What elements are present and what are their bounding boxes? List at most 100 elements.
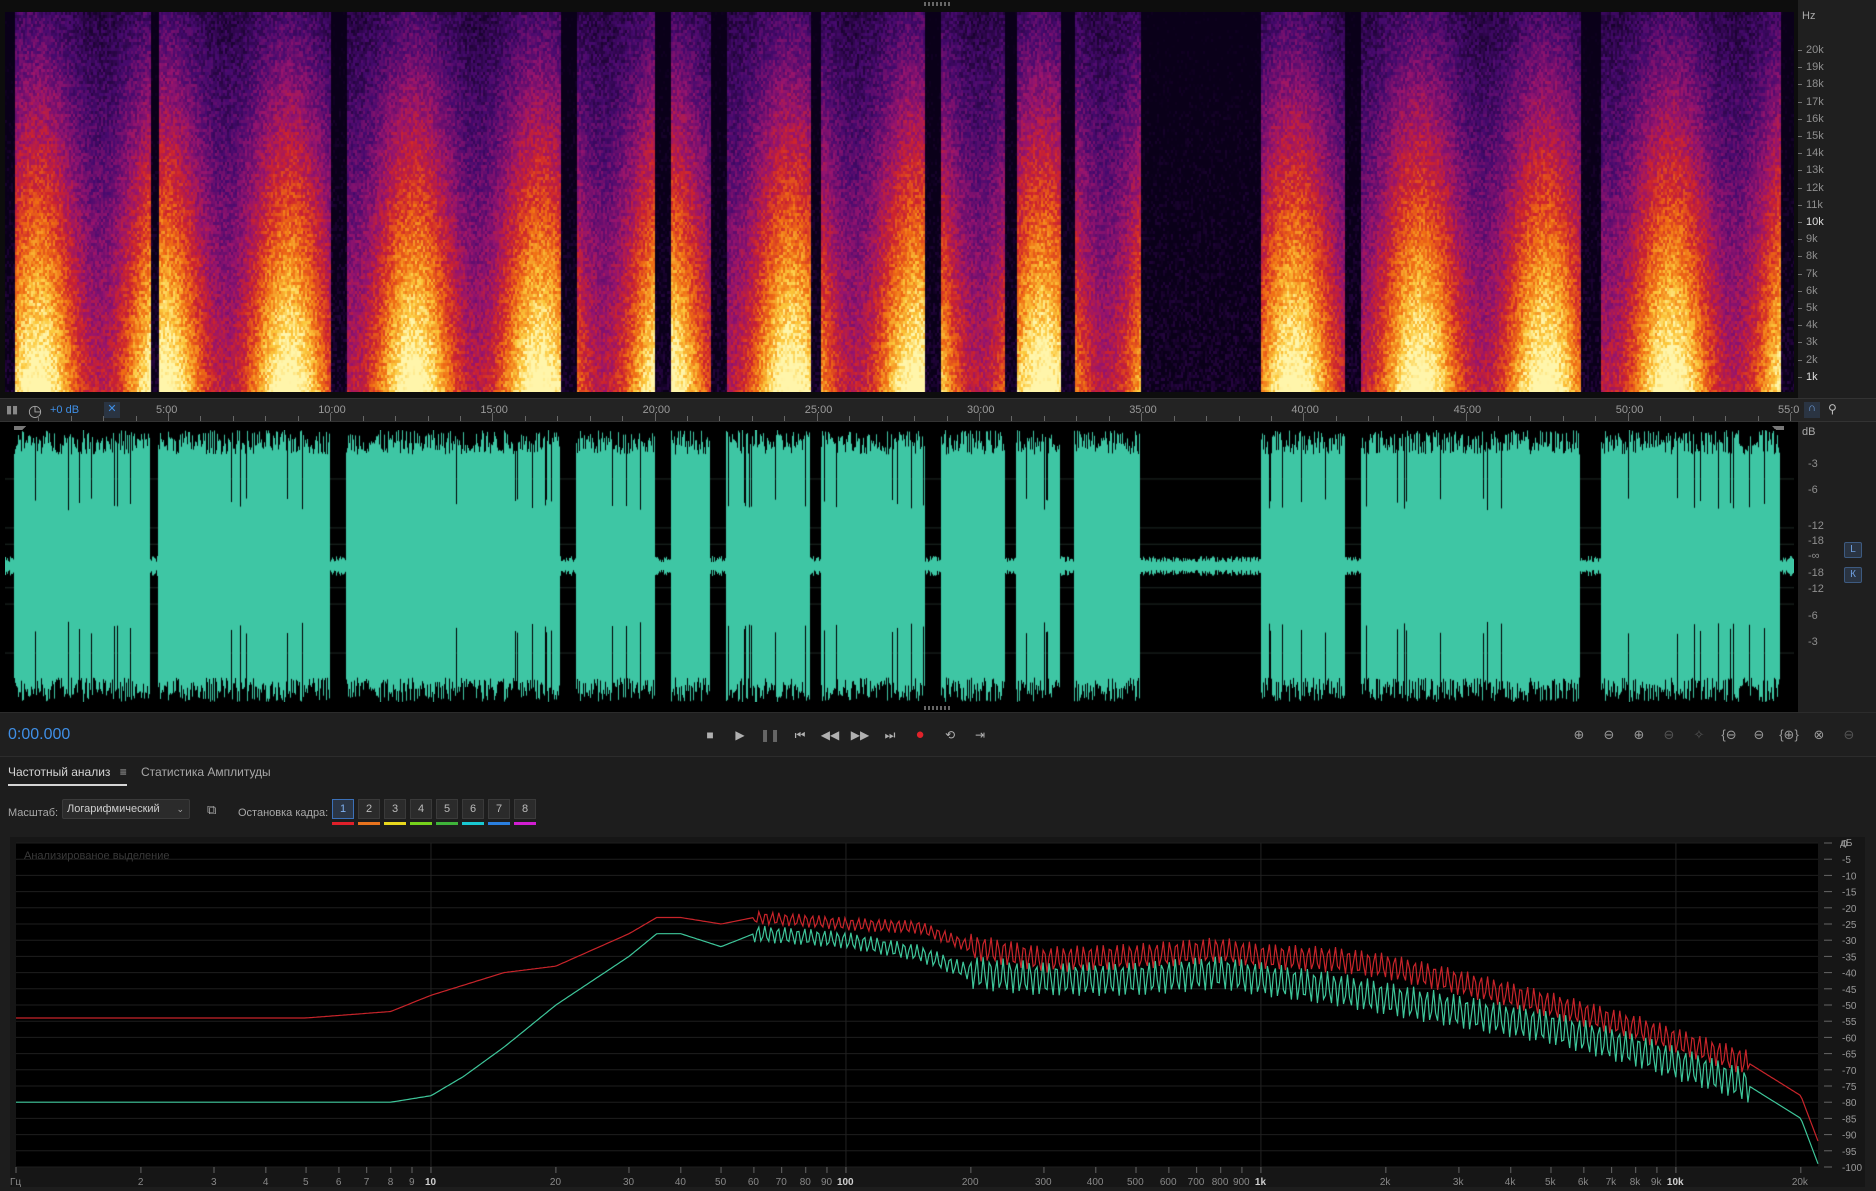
copy-icon[interactable]: ⧉ (207, 802, 216, 818)
freeze-hold-6[interactable]: 6 (462, 799, 484, 819)
zoom-selection-icon[interactable]: {⊕} (1778, 725, 1800, 745)
rewind-icon[interactable]: ◀◀ (820, 725, 840, 745)
marker-pin-icon[interactable]: ⚲ (1828, 402, 1837, 416)
skip-end-icon[interactable]: ⏭ (880, 725, 900, 745)
zoom-in-left-icon[interactable]: {⊖ (1718, 725, 1740, 745)
fast-forward-icon[interactable]: ▶▶ (850, 725, 870, 745)
hz-tick (1798, 325, 1802, 327)
snap-icon[interactable]: ✕ (104, 402, 120, 418)
freeze-hold-color (462, 822, 484, 825)
spectral-frequency-display[interactable]: Hz 20k 19k 18k 17k 16k 15k 14k 13k 12k 11k 10k 9k 8k 7… (0, 0, 1876, 398)
hz-tick (1798, 101, 1802, 103)
freeze-hold-8[interactable]: 8 (514, 799, 536, 819)
zoom-reset-icon[interactable]: ⊗ (1808, 725, 1830, 745)
freeze-hold-7[interactable]: 7 (488, 799, 510, 819)
time-tick-label: 30:00 (967, 404, 995, 416)
stop-icon[interactable]: ■ (700, 725, 720, 745)
time-tick-label: 35:00 (1129, 404, 1157, 416)
time-tick-label: 45:00 (1453, 404, 1482, 416)
x-tick-label: 700 (1188, 1177, 1205, 1187)
x-tick-label: 3 (211, 1177, 217, 1187)
frequency-chart-svg[interactable]: 0-5-10-15-20-25-30-35-40-45-50-55-60-65-… (10, 837, 1865, 1188)
record-icon[interactable]: ● (910, 725, 930, 745)
hz-tick (1798, 256, 1802, 258)
db-unit-label: dB (1802, 426, 1816, 438)
spectrogram[interactable] (5, 12, 1794, 392)
time-minor-tick (524, 416, 526, 421)
freeze-hold-4[interactable]: 4 (410, 799, 432, 819)
x-tick-label: 100 (837, 1177, 854, 1187)
y-tick-label: -60 (1842, 1033, 1857, 1044)
x-tick-label: 10 (425, 1177, 437, 1187)
hz-tick (1798, 308, 1802, 309)
x-tick-label: 1k (1255, 1177, 1267, 1187)
tab-frequency-analysis[interactable]: Частотный анализ ≡ (8, 765, 127, 786)
skip-selection-icon[interactable]: ⇥ (970, 725, 990, 745)
y-tick-label: -75 (1842, 1082, 1857, 1093)
channel-left-toggle[interactable]: L (1844, 542, 1862, 558)
zoom-out-full-icon[interactable]: ⊖ (1838, 725, 1860, 745)
hz-tick-label: 14k (1806, 147, 1824, 160)
hz-tick-label: 2k (1806, 353, 1818, 366)
hz-tick-label: 5k (1806, 302, 1818, 314)
time-minor-tick (70, 416, 72, 421)
skip-start-icon[interactable]: ⏮ (790, 725, 810, 745)
current-time-display[interactable]: 0:00.000 (8, 726, 70, 744)
tab-amplitude-statistics[interactable]: Статистика Амплитуды (141, 765, 271, 784)
zoom-in-right-icon[interactable]: ⊖ (1748, 725, 1770, 745)
freeze-hold-3[interactable]: 3 (384, 799, 406, 819)
x-tick-label: 20k (1792, 1177, 1809, 1187)
waveform-display[interactable]: dB -3 -6 -12 -18 -∞ -18 -12 -6 -3 L К (0, 422, 1876, 712)
time-minor-tick (589, 416, 591, 421)
zoom-in-time-icon[interactable]: ⊕ (1628, 725, 1650, 745)
play-icon[interactable]: ▶ (730, 725, 750, 745)
time-minor-tick (1400, 416, 1402, 421)
hz-tick-label: 11k (1806, 198, 1823, 211)
time-minor-tick (751, 416, 753, 421)
time-minor-tick (1076, 416, 1078, 421)
freeze-hold-color (488, 822, 510, 825)
zoom-out-amplitude-icon[interactable]: ⊖ (1598, 725, 1620, 745)
x-tick-label: 8k (1630, 1177, 1642, 1187)
tab-label: Статистика Амплитуды (141, 765, 271, 779)
channel-right-toggle[interactable]: К (1844, 567, 1862, 583)
time-minor-tick (38, 416, 40, 421)
panel-resize-grip[interactable] (924, 2, 952, 6)
frequency-chart[interactable]: 0 -5 -10 -15 -20 -25 -30 -35 -40 -45 -50 -55 -60 -65-… (10, 837, 1865, 1188)
volume-readout[interactable]: +0 dB (50, 404, 79, 416)
x-tick-label: 3k (1453, 1177, 1465, 1187)
freeze-hold-1[interactable]: 1 (332, 799, 354, 819)
panel-resize-grip[interactable] (924, 706, 952, 710)
scale-select[interactable]: Логарифмический ⌄ (62, 799, 190, 819)
frequency-ruler: Hz 20k 19k 18k 17k 16k 15k 14k 13k 12k 11k 10k 9k 8k 7… (1798, 0, 1876, 398)
time-minor-tick (1692, 416, 1694, 421)
freeze-hold-color (436, 822, 458, 825)
time-ruler[interactable]: ▮▮ ◷ +0 dB ✕ 5:00 10:00 15:00 20:00 25:00 30:… (0, 398, 1876, 422)
freeze-frame-label: Остановка кадра: (238, 807, 329, 819)
panel-menu-icon[interactable]: ≡ (120, 765, 127, 779)
freeze-hold-2[interactable]: 2 (358, 799, 380, 819)
time-minor-tick (1206, 416, 1208, 421)
freeze-hold-color (332, 822, 354, 825)
x-tick-label: Гц (10, 1177, 21, 1187)
x-tick-label: 5k (1545, 1177, 1557, 1187)
freeze-hold-5[interactable]: 5 (436, 799, 458, 819)
hz-tick (1798, 136, 1802, 137)
hz-tick-label: 7k (1806, 267, 1818, 280)
y-tick-label: -70 (1842, 1066, 1857, 1077)
zoom-in-amplitude-icon[interactable]: ⊕ (1568, 725, 1590, 745)
y-tick-label: -25 (1842, 920, 1857, 931)
zoom-out-time-icon[interactable]: ⊖ (1658, 725, 1680, 745)
headphones-icon[interactable]: ∩ (1804, 402, 1820, 418)
time-minor-tick (459, 416, 461, 421)
waveform-canvas[interactable] (5, 430, 1794, 702)
hz-tick-label: 4k (1806, 319, 1818, 332)
clock-icon[interactable]: ◷ (28, 401, 42, 421)
loop-icon[interactable]: ⟲ (940, 725, 960, 745)
pause-icon[interactable]: ❚❚ (760, 725, 780, 745)
level-meter-icon[interactable]: ▮▮ (6, 403, 18, 416)
x-tick-label: 2 (138, 1177, 144, 1187)
zoom-full-icon[interactable]: ✧ (1688, 725, 1710, 745)
chevron-down-icon: ⌄ (176, 804, 184, 814)
x-tick-label: 6k (1578, 1177, 1590, 1187)
